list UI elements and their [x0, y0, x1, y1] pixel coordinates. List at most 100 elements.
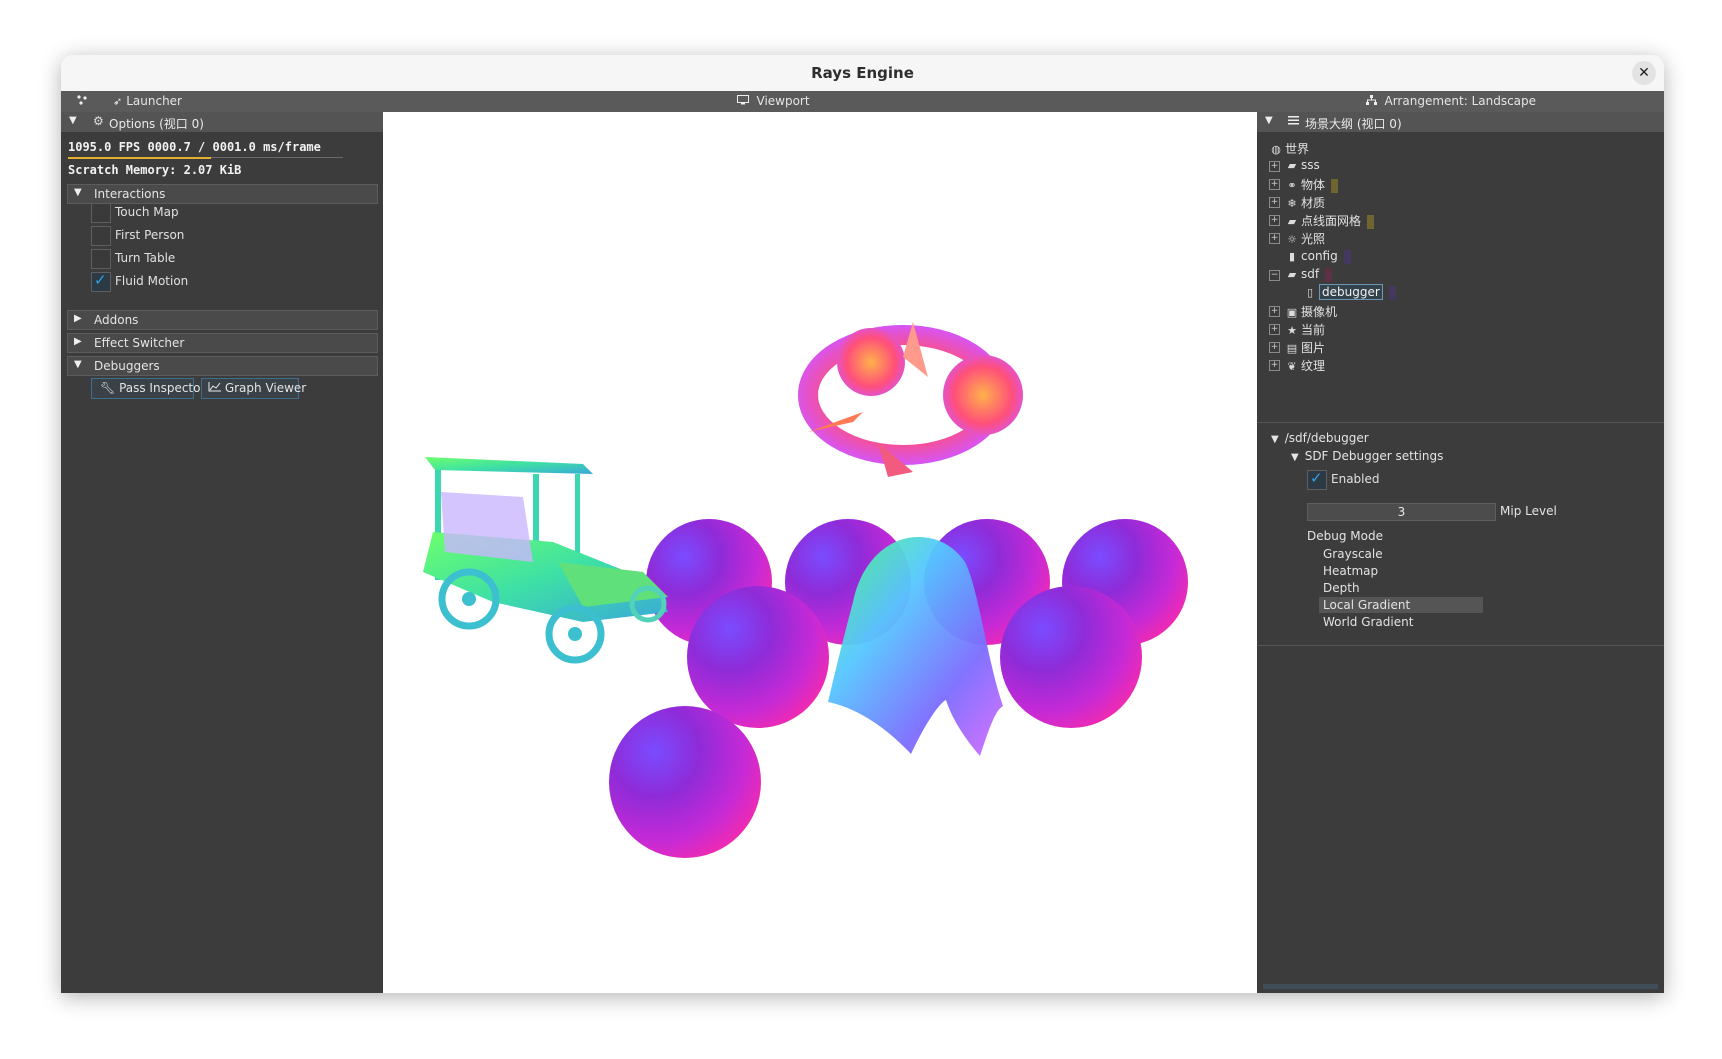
light-icon: ☼	[1287, 233, 1297, 246]
file-outline-icon: ▯	[1306, 286, 1314, 299]
inspector-path-row[interactable]: ▼ /sdf/debugger	[1271, 431, 1369, 445]
expand-toggle-icon[interactable]: +	[1269, 197, 1280, 208]
outline-panel-header[interactable]: ▼ 场景大纲 (视口 0)	[1257, 112, 1664, 132]
debugger-buttons: 🔧︎ Pass Inspector Graph Viewer	[91, 378, 381, 399]
touch-map-label: Touch Map	[115, 205, 179, 219]
star-icon: ★	[1287, 324, 1297, 337]
scratch-memory-readout: Scratch Memory: 2.07 KiB	[68, 163, 242, 177]
sphere	[609, 706, 761, 858]
leaf-icon: ❦	[1287, 360, 1297, 373]
viewport-label: Viewport	[756, 94, 810, 108]
debug-mode-grayscale[interactable]: Grayscale	[1319, 546, 1483, 562]
addons-title: Addons	[94, 313, 139, 327]
close-button[interactable]: ✕	[1632, 61, 1656, 85]
tree-item-label: sdf	[1301, 267, 1320, 281]
expand-toggle-icon[interactable]: +	[1269, 360, 1280, 371]
outline-panel-title: 场景大纲 (视口 0)	[1305, 117, 1402, 131]
color-swatch	[1388, 285, 1396, 300]
fluid-motion-checkbox[interactable]: ✓	[91, 271, 111, 292]
viewport-menu[interactable]: Viewport	[737, 94, 810, 108]
touch-map-checkbox[interactable]	[91, 203, 111, 223]
arrangement-menu[interactable]: Arrangement: Landscape	[1366, 94, 1536, 108]
checkmark-icon: ✓	[94, 271, 107, 289]
file-icon: ▮	[1288, 250, 1296, 263]
frame-time-bar	[68, 157, 211, 159]
debug-mode-heatmap[interactable]: Heatmap	[1319, 563, 1483, 579]
tree-item-label: 纹理	[1301, 359, 1326, 373]
mip-level-field[interactable]: 3	[1307, 503, 1496, 521]
collapse-triangle-icon[interactable]: ▼	[69, 115, 77, 126]
panel-divider	[1257, 645, 1664, 646]
turn-table-label: Turn Table	[115, 251, 176, 265]
chart-line-icon	[208, 381, 225, 395]
color-swatch	[1325, 267, 1333, 282]
first-person-checkbox[interactable]	[91, 226, 111, 246]
list-icon	[1288, 114, 1299, 128]
expand-toggle-icon[interactable]: +	[1269, 306, 1280, 317]
tree-item-label: debugger	[1319, 284, 1383, 300]
collapse-triangle-icon[interactable]: ▼	[1265, 115, 1273, 126]
flower-model	[798, 322, 1023, 477]
pass-inspector-label: Pass Inspector	[119, 381, 206, 395]
pass-inspector-button[interactable]: 🔧︎ Pass Inspector	[91, 378, 205, 399]
monitor-icon	[737, 95, 753, 108]
debug-mode-local-gradient[interactable]: Local Gradient	[1319, 597, 1483, 613]
scene-render	[423, 322, 1188, 858]
options-panel-header[interactable]: ▼ ⚙ Options (视口 0)	[61, 112, 383, 132]
debug-mode-label: Debug Mode	[1307, 529, 1383, 543]
collapse-toggle-icon[interactable]: −	[1269, 270, 1280, 281]
expand-toggle-icon[interactable]: +	[1269, 215, 1280, 226]
film-icon: ▤	[1286, 342, 1298, 355]
collapsed-triangle-icon: ▶	[74, 336, 82, 347]
app-menu-icon[interactable]	[76, 94, 88, 109]
gear-icon: ⚙	[93, 114, 104, 128]
expand-toggle-icon[interactable]: +	[1269, 324, 1280, 335]
color-swatch	[1331, 178, 1339, 193]
interactions-section-header[interactable]: ▼ Interactions	[67, 184, 378, 204]
effect-switcher-title: Effect Switcher	[94, 336, 185, 350]
tree-item-label: 图片	[1301, 341, 1326, 355]
folder-icon: ▰	[1287, 268, 1297, 281]
folder-icon: ▰	[1287, 215, 1297, 228]
debug-mode-depth[interactable]: Depth	[1319, 580, 1483, 596]
sphere	[1000, 586, 1142, 728]
first-person-label: First Person	[115, 228, 185, 242]
sphere	[687, 586, 829, 728]
tree-item-label: 材质	[1301, 196, 1326, 210]
mip-level-label: Mip Level	[1500, 504, 1557, 518]
expand-toggle-icon[interactable]: +	[1269, 342, 1280, 353]
tree-item-label: 当前	[1301, 323, 1326, 337]
expanded-triangle-icon: ▼	[74, 187, 82, 198]
hierarchy-icon	[1366, 95, 1381, 108]
enabled-checkbox[interactable]: ✓	[1307, 469, 1327, 490]
wrench-icon: 🔧︎	[100, 381, 116, 395]
turn-table-checkbox[interactable]	[91, 249, 111, 269]
settings-group-row[interactable]: ▼ SDF Debugger settings	[1291, 449, 1443, 463]
tree-item-label: 物体	[1301, 178, 1326, 192]
shapes-icon: ⚭	[1287, 179, 1297, 192]
snowflake-icon: ❄	[1287, 197, 1297, 210]
expand-toggle-icon[interactable]: +	[1269, 161, 1280, 172]
tree-item-label: 摄像机	[1301, 305, 1338, 319]
expand-toggle-icon[interactable]: +	[1269, 233, 1280, 244]
expanded-triangle-icon: ▼	[1271, 434, 1279, 445]
debuggers-section-header[interactable]: ▼ Debuggers	[67, 356, 378, 376]
launcher-menu[interactable]: ➶ Launcher	[113, 94, 182, 108]
addons-section-header[interactable]: ▶ Addons	[67, 310, 378, 330]
tree-root-world[interactable]: ◍ 世界	[1269, 140, 1309, 158]
folder-icon: ▰	[1287, 159, 1297, 172]
graph-viewer-button[interactable]: Graph Viewer	[201, 378, 306, 399]
tree-item-debugger[interactable]: ▯ debugger	[1303, 284, 1396, 303]
effect-switcher-section-header[interactable]: ▶ Effect Switcher	[67, 333, 378, 353]
tree-item-label: 点线面网格	[1301, 214, 1362, 228]
fluid-motion-label: Fluid Motion	[115, 274, 189, 288]
car-model	[423, 457, 668, 664]
horizontal-scrollbar[interactable]	[1263, 984, 1658, 989]
expand-toggle-icon[interactable]: +	[1269, 179, 1280, 190]
debug-mode-world-gradient[interactable]: World Gradient	[1319, 614, 1483, 630]
options-panel: ▼ ⚙ Options (视口 0) 1095.0 FPS 0000.7 / 0…	[61, 112, 383, 993]
viewport-canvas[interactable]	[383, 112, 1257, 993]
color-swatch	[1367, 214, 1375, 229]
settings-title: SDF Debugger settings	[1304, 449, 1444, 463]
arrangement-label: Arrangement: Landscape	[1384, 94, 1537, 108]
